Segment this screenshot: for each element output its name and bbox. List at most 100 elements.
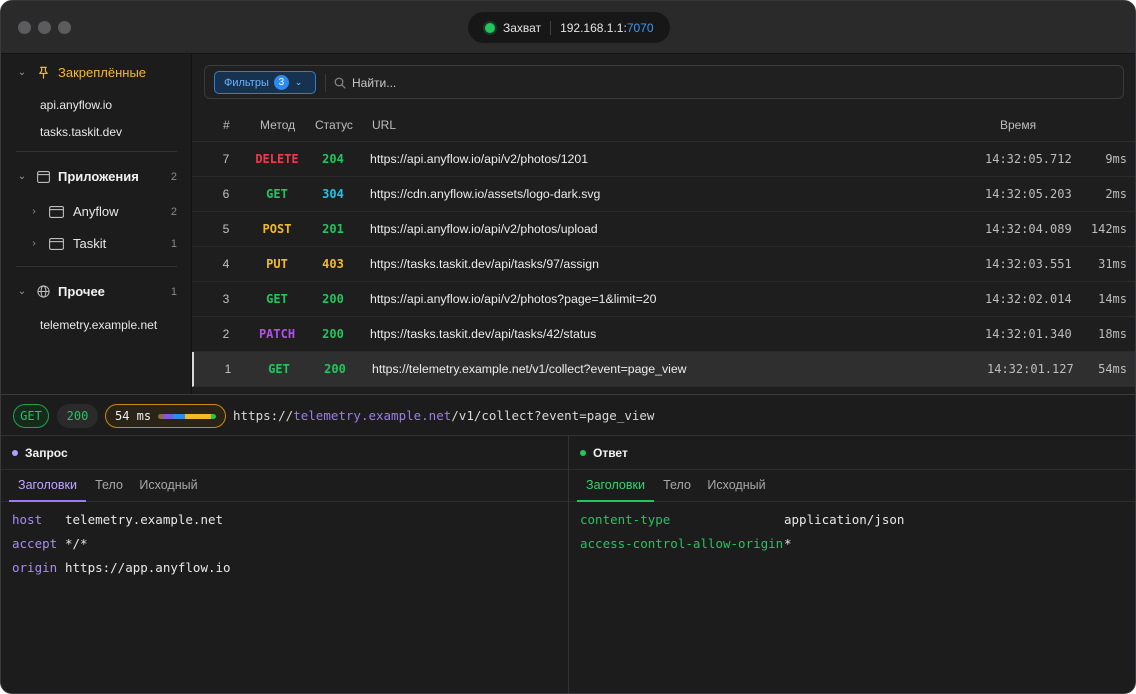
sidebar-item-telemetry[interactable]: telemetry.example.net bbox=[40, 318, 157, 332]
sidebar-divider bbox=[16, 266, 177, 267]
globe-icon bbox=[37, 285, 50, 298]
timing-segment bbox=[173, 413, 185, 419]
row-method: PATCH bbox=[258, 327, 296, 341]
main-panel: Фильтры 3 ⌄ # Метод Статус URL Время 7 DE… bbox=[192, 54, 1135, 394]
header-value: */* bbox=[65, 536, 88, 551]
row-status: 204 bbox=[322, 152, 344, 166]
sidebar-item-api-anyflow[interactable]: api.anyflow.io bbox=[40, 98, 112, 112]
sidebar-group-pinned[interactable]: ⌄ Закреплённые bbox=[16, 65, 146, 80]
sidebar-item-label: api.anyflow.io bbox=[40, 98, 113, 112]
filters-button[interactable]: Фильтры 3 ⌄ bbox=[214, 71, 316, 94]
capture-port: 7070 bbox=[626, 20, 654, 35]
column-header-method[interactable]: Метод bbox=[260, 118, 295, 132]
tab-response-headers[interactable]: Заголовки bbox=[577, 470, 654, 502]
pin-icon bbox=[37, 66, 50, 79]
divider bbox=[550, 20, 552, 35]
capture-ip: 192.168.1.1: bbox=[560, 20, 627, 35]
tab-request-raw[interactable]: Исходный bbox=[135, 470, 202, 502]
tab-response-body[interactable]: Тело bbox=[658, 470, 696, 502]
column-header-num[interactable]: # bbox=[223, 118, 230, 132]
sidebar-group-count: 2 bbox=[170, 170, 177, 183]
sidebar-item-label: Taskit bbox=[73, 236, 107, 251]
sidebar-item-tasks-taskit[interactable]: tasks.taskit.dev bbox=[40, 125, 122, 139]
row-status: 304 bbox=[322, 187, 344, 201]
capture-status-pill[interactable]: Захват 192.168.1.1: 7070 bbox=[468, 12, 670, 43]
request-url[interactable]: https://telemetry.example.net/v1/collect… bbox=[233, 408, 654, 423]
sidebar-group-other[interactable]: ⌄ Прочее 1 bbox=[16, 284, 192, 299]
row-url: https://api.anyflow.io/api/v2/photos/upl… bbox=[370, 222, 598, 236]
row-duration: 2ms bbox=[1105, 187, 1127, 201]
tab-response-raw[interactable]: Исходный bbox=[703, 470, 770, 502]
header-value: * bbox=[784, 536, 792, 551]
row-duration: 54ms bbox=[1098, 362, 1127, 376]
header-key: host bbox=[12, 512, 43, 527]
header-value: application/json bbox=[784, 512, 905, 527]
request-summary-bar: GET 200 54 ms https://telemetry.example.… bbox=[1, 394, 1135, 436]
sidebar-divider bbox=[16, 151, 177, 152]
timing-badge[interactable]: 54 ms bbox=[105, 404, 226, 428]
row-time: 14:32:01.340 bbox=[985, 327, 1072, 341]
row-number: 3 bbox=[222, 292, 230, 306]
row-number: 1 bbox=[224, 362, 232, 376]
row-time: 14:32:01.127 bbox=[987, 362, 1074, 376]
app-window-icon bbox=[37, 170, 50, 183]
table-row[interactable]: 3 GET 200 https://api.anyflow.io/api/v2/pho… bbox=[192, 282, 1135, 317]
header-value: telemetry.example.net bbox=[65, 512, 224, 527]
row-url: https://api.anyflow.io/api/v2/photos/120… bbox=[370, 152, 589, 166]
table-row[interactable]: 4 PUT 403 https://tasks.taskit.dev/api/task… bbox=[192, 247, 1135, 282]
row-duration: 142ms bbox=[1090, 222, 1127, 236]
header-key: access-control-allow-origin bbox=[580, 536, 784, 551]
row-method: DELETE bbox=[255, 152, 299, 166]
row-method: GET bbox=[266, 292, 288, 306]
sidebar-group-label: Прочее bbox=[58, 284, 105, 299]
sidebar-group-count: 1 bbox=[170, 285, 177, 298]
row-number: 7 bbox=[222, 152, 230, 166]
sidebar-item-label: Anyflow bbox=[73, 204, 119, 219]
chevron-down-icon: ⌄ bbox=[17, 286, 27, 297]
row-method: POST bbox=[262, 222, 292, 236]
status-badge: 200 bbox=[57, 404, 98, 428]
table-row[interactable]: 7 DELETE 204 https://api.anyflow.io/api/v2/… bbox=[192, 142, 1135, 177]
zoom-window-button[interactable] bbox=[58, 21, 71, 34]
close-window-button[interactable] bbox=[18, 21, 31, 34]
header-key: content-type bbox=[580, 512, 671, 527]
request-dot-icon bbox=[12, 449, 18, 456]
row-url: https://tasks.taskit.dev/api/tasks/97/as… bbox=[370, 257, 599, 271]
row-time: 14:32:05.203 bbox=[985, 187, 1072, 201]
sidebar-item-anyflow[interactable]: › Anyflow 2 bbox=[28, 204, 192, 219]
sidebar-group-apps[interactable]: ⌄ Приложения 2 bbox=[16, 169, 207, 184]
url-scheme: https:// bbox=[233, 408, 294, 423]
header-value: https://app.anyflow.io bbox=[65, 560, 231, 575]
table-row[interactable]: 5 POST 201 https://api.anyflow.io/api/v2/ph… bbox=[192, 212, 1135, 247]
chevron-right-icon: › bbox=[32, 206, 36, 217]
response-dot-icon bbox=[580, 449, 586, 456]
request-tabs: Заголовки Тело Исходный bbox=[1, 470, 568, 502]
tab-request-headers[interactable]: Заголовки bbox=[9, 470, 86, 502]
chevron-down-icon: ⌄ bbox=[17, 171, 27, 182]
sidebar-item-taskit[interactable]: › Taskit 1 bbox=[28, 236, 192, 251]
table-row[interactable]: 1 GET 200 https://telemetry.example.net/v1/… bbox=[192, 352, 1135, 387]
header-key: origin bbox=[12, 560, 58, 575]
column-header-status[interactable]: Статус bbox=[315, 118, 353, 132]
response-pane-header: Ответ bbox=[569, 436, 1135, 470]
timing-segment bbox=[162, 413, 174, 419]
sidebar-item-count: 2 bbox=[170, 205, 177, 218]
row-time: 14:32:02.014 bbox=[985, 292, 1072, 306]
row-status: 201 bbox=[322, 222, 344, 236]
request-pane-title: Запрос bbox=[25, 445, 68, 460]
table-row[interactable]: 2 PATCH 200 https://tasks.taskit.dev/api/ta… bbox=[192, 317, 1135, 352]
tab-request-body[interactable]: Тело bbox=[90, 470, 128, 502]
row-duration: 18ms bbox=[1098, 327, 1127, 341]
row-time: 14:32:04.089 bbox=[985, 222, 1072, 236]
row-duration: 31ms bbox=[1098, 257, 1127, 271]
table-row[interactable]: 6 GET 304 https://cdn.anyflow.io/assets/log… bbox=[192, 177, 1135, 212]
row-status: 200 bbox=[324, 362, 346, 376]
search-input[interactable] bbox=[352, 71, 1112, 94]
minimize-window-button[interactable] bbox=[38, 21, 51, 34]
title-bar: Захват 192.168.1.1: 7070 bbox=[1, 1, 1135, 54]
url-path: /v1/collect?event=page_view bbox=[451, 408, 655, 423]
row-status: 200 bbox=[322, 292, 344, 306]
column-header-url[interactable]: URL bbox=[372, 118, 396, 132]
sidebar-item-count: 1 bbox=[170, 237, 177, 250]
column-header-time[interactable]: Время bbox=[1000, 118, 1036, 132]
